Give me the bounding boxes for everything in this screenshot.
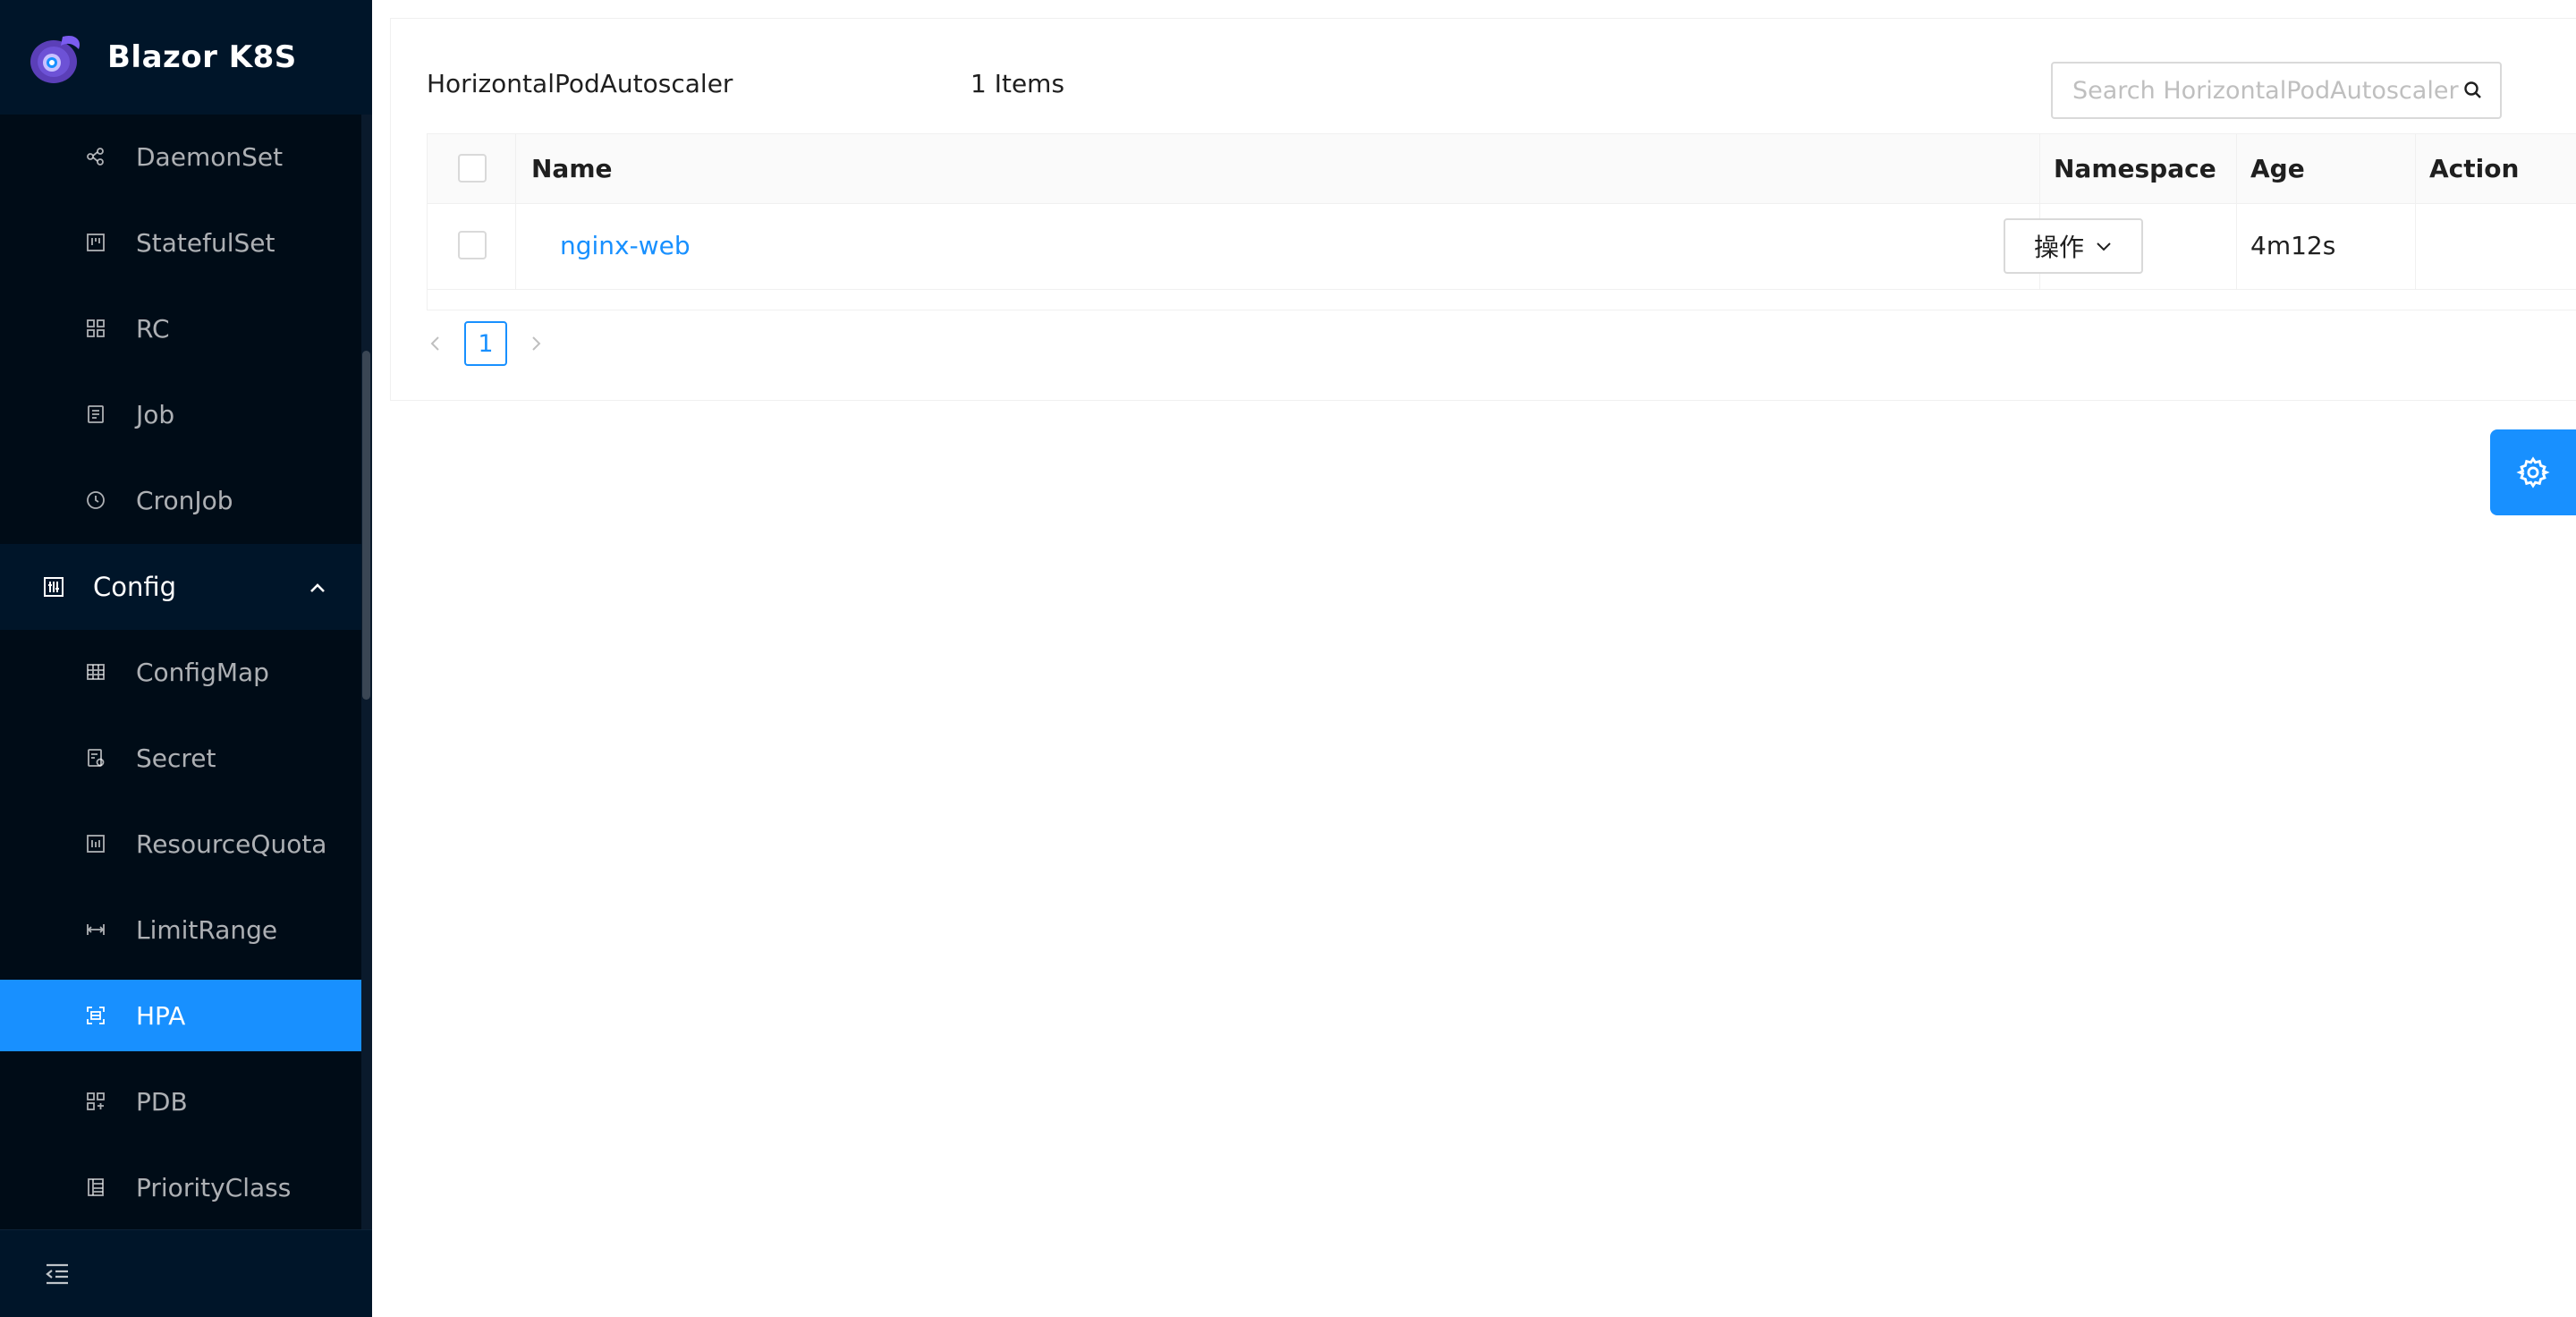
sidebar-menu: DaemonSet StatefulSet RC Job CronJob Con… [0, 115, 361, 1229]
job-icon [88, 405, 104, 423]
column-divider [2039, 134, 2040, 204]
app-logo[interactable]: Blazor K8S [0, 0, 372, 115]
select-all-checkbox[interactable] [458, 154, 487, 183]
sidebar-item-priorityclass[interactable]: PriorityClass [0, 1151, 361, 1223]
page-number-current[interactable]: 1 [464, 321, 507, 366]
sidebar-item-label: ConfigMap [136, 657, 269, 687]
hpa-name-link[interactable]: nginx-web [560, 231, 691, 260]
chevron-down-icon [2097, 242, 2111, 251]
settings-button[interactable] [2490, 429, 2576, 515]
column-header-name[interactable]: Name [531, 154, 613, 183]
sidebar-item-rc[interactable]: RC [0, 293, 361, 364]
table-icon [87, 664, 105, 680]
sidebar-item-resourcequota[interactable]: ResourceQuota [0, 808, 361, 879]
chevron-up-icon [310, 583, 325, 592]
pagination: 1 [427, 321, 545, 366]
chevron-right-icon[interactable] [527, 335, 545, 353]
table-header: Name Namespace Age Action [428, 134, 2576, 204]
daemonset-icon [87, 148, 104, 166]
chevron-left-icon[interactable] [427, 335, 445, 353]
quota-icon [87, 835, 105, 853]
sidebar-item-label: Secret [136, 743, 216, 773]
menu-fold-icon[interactable] [45, 1262, 70, 1286]
pdb-icon [87, 1092, 105, 1110]
column-divider [2236, 204, 2237, 290]
scan-icon [87, 1007, 105, 1024]
sidebar: Blazor K8S DaemonSet StatefulSet RC Job … [0, 0, 372, 1317]
rc-icon [87, 319, 105, 337]
column-divider [2415, 204, 2416, 290]
sidebar-item-label: RC [136, 313, 170, 344]
action-dropdown-button[interactable]: 操作 [2004, 218, 2143, 274]
sidebar-item-daemonset[interactable]: DaemonSet [0, 121, 361, 192]
sidebar-item-hpa[interactable]: HPA [0, 980, 361, 1051]
sidebar-group-label: Config [93, 572, 177, 602]
secret-icon [88, 749, 105, 767]
item-count: 1 Items [970, 69, 1065, 98]
statefulset-icon [87, 234, 105, 251]
sidebar-footer [0, 1229, 372, 1317]
priority-icon [88, 1178, 104, 1196]
sidebar-group-config[interactable]: Config [0, 544, 361, 630]
sidebar-item-configmap[interactable]: ConfigMap [0, 636, 361, 708]
sidebar-item-label: CronJob [136, 485, 233, 515]
sidebar-item-label: PDB [136, 1086, 188, 1117]
column-divider [515, 134, 516, 204]
blazor-logo-icon [30, 35, 80, 83]
gear-icon [2516, 456, 2550, 489]
column-header-namespace[interactable]: Namespace [2054, 154, 2216, 183]
search-box [2051, 62, 2502, 119]
sidebar-item-label: PriorityClass [136, 1172, 292, 1202]
sidebar-item-cronjob[interactable]: CronJob [0, 464, 361, 536]
sidebar-item-limitrange[interactable]: LimitRange [0, 894, 361, 965]
sidebar-item-label: LimitRange [136, 914, 278, 945]
sidebar-item-label: StatefulSet [136, 227, 275, 258]
column-divider [515, 204, 516, 290]
sidebar-scrollbar-thumb[interactable] [362, 351, 370, 700]
sidebar-item-label: HPA [136, 1000, 186, 1031]
sidebar-item-label: Job [136, 399, 175, 429]
column-header-action: Action [2429, 154, 2520, 183]
app-title: Blazor K8S [107, 39, 297, 75]
hpa-list-card: HorizontalPodAutoscaler 1 Items Name Nam… [390, 18, 2576, 401]
search-input[interactable] [2072, 76, 2462, 105]
sidebar-item-label: ResourceQuota [136, 828, 327, 859]
table-row: nginx-web default 4m12s 操作 [428, 204, 2576, 290]
sidebar-item-statefulset[interactable]: StatefulSet [0, 207, 361, 278]
page-title: HorizontalPodAutoscaler [427, 69, 733, 98]
row-checkbox[interactable] [458, 231, 487, 259]
sidebar-item-pdb[interactable]: PDB [0, 1066, 361, 1137]
column-divider [2236, 134, 2237, 204]
sidebar-item-label: DaemonSet [136, 141, 284, 172]
column-header-age[interactable]: Age [2250, 154, 2305, 183]
sidebar-item-secret[interactable]: Secret [0, 722, 361, 794]
limit-range-icon [87, 924, 105, 935]
action-button-label: 操作 [2033, 233, 2084, 262]
sidebar-item-job[interactable]: Job [0, 378, 361, 450]
hpa-table: Name Namespace Age Action nginx-web defa… [427, 133, 2576, 310]
column-divider [2415, 134, 2416, 204]
main-content: HorizontalPodAutoscaler 1 Items Name Nam… [372, 0, 2576, 1317]
config-icon [44, 577, 64, 597]
search-icon[interactable] [2462, 80, 2484, 101]
clock-icon [87, 491, 105, 509]
hpa-age: 4m12s [2250, 231, 2336, 260]
